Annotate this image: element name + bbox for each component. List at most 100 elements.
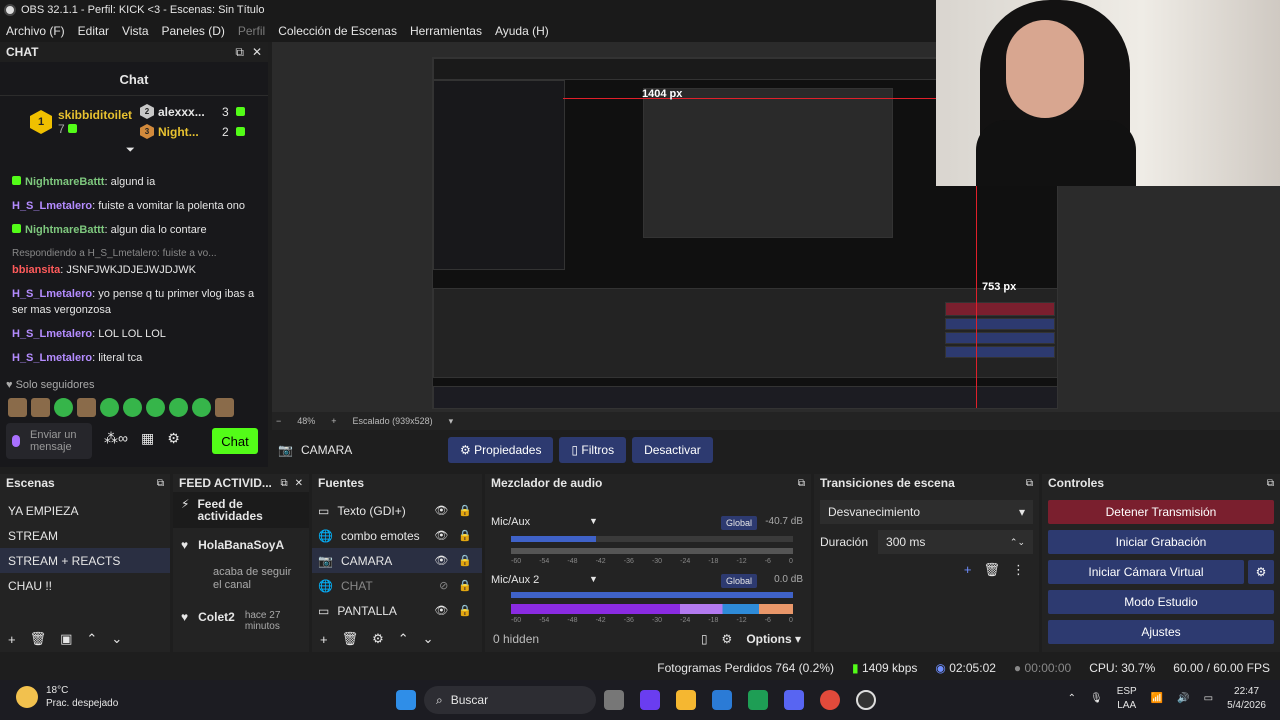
studio-mode-button[interactable]: Modo Estudio (1048, 590, 1274, 614)
more-icon[interactable]: ⋮ (1012, 562, 1025, 578)
webcam-overlay[interactable] (936, 0, 1280, 186)
undock-icon[interactable]: ⧉ (280, 478, 287, 489)
lock-icon[interactable]: 🔒 (458, 604, 472, 617)
source-item[interactable]: ▭ PANTALLA 👁 🔒 (312, 598, 482, 623)
layout-icon[interactable]: ▯ (701, 632, 708, 646)
source-item-selected[interactable]: 📷 CAMARA 👁 🔒 (312, 548, 482, 573)
chevron-down-icon[interactable]: ▾ (449, 416, 454, 427)
eye-icon[interactable]: 👁 (434, 554, 448, 567)
scene-item[interactable]: STREAM (0, 523, 170, 548)
windows-start-icon[interactable] (396, 690, 416, 710)
up-icon[interactable]: ⌃ (398, 631, 409, 647)
menu-edit[interactable]: Editar (78, 24, 109, 38)
menu-file[interactable]: Archivo (F) (6, 24, 65, 38)
undock-icon[interactable]: ⧉ (1267, 478, 1274, 489)
discord-icon[interactable] (784, 690, 804, 710)
copilot-icon[interactable] (640, 690, 660, 710)
gift-icon[interactable]: ▦ (141, 430, 154, 447)
scene-item[interactable]: CHAU !! (0, 573, 170, 598)
deactivate-button[interactable]: Desactivar (632, 437, 713, 463)
emote[interactable] (54, 398, 73, 417)
volume-slider[interactable] (511, 536, 793, 542)
filters-button[interactable]: ▯ Filtros (559, 437, 627, 463)
emote[interactable] (146, 398, 165, 417)
source-item[interactable]: 🌐 combo emotes 👁 🔒 (312, 523, 482, 548)
source-item[interactable]: ▭ Texto (GDI+) 👁 🔒 (312, 498, 482, 523)
settings-button[interactable]: Ajustes (1048, 620, 1274, 644)
chrome-icon[interactable] (820, 690, 840, 710)
undock-icon[interactable]: ⧉ (1026, 478, 1033, 489)
emote[interactable] (100, 398, 119, 417)
lock-icon[interactable]: 🔒 (458, 504, 472, 517)
undock-icon[interactable]: ⧉ (157, 478, 164, 489)
chevron-up-icon[interactable]: ⌃ (1068, 692, 1076, 706)
down-icon[interactable]: ⌄ (423, 631, 434, 647)
scene-item[interactable]: YA EMPIEZA (0, 498, 170, 523)
task-view-icon[interactable] (604, 690, 624, 710)
start-virtual-camera-button[interactable]: Iniciar Cámara Virtual (1048, 560, 1244, 584)
menu-docks[interactable]: Paneles (D) (162, 24, 225, 38)
down-icon[interactable]: ⌄ (111, 631, 122, 647)
start-recording-button[interactable]: Iniciar Grabación (1048, 530, 1274, 554)
spinner-icon[interactable]: ⌃⌄ (1010, 537, 1025, 548)
language[interactable]: ESP (1117, 685, 1137, 699)
lock-icon[interactable]: 🔒 (458, 554, 472, 567)
duration-field[interactable]: 300 ms ⌃⌄ (878, 530, 1033, 554)
chat-input[interactable]: Enviar un mensaje (6, 423, 92, 459)
gear-icon[interactable]: ⚙ (372, 631, 384, 647)
add-icon[interactable]: + (964, 562, 972, 578)
undock-icon[interactable]: ⧉ (798, 478, 805, 489)
zoom-in-icon[interactable]: + (331, 416, 336, 426)
options-button[interactable]: Options ▾ (746, 632, 801, 646)
gear-icon[interactable]: ⚙ (167, 430, 180, 447)
source-item-hidden[interactable]: 🌐 CHAT ⊘ 🔒 (312, 573, 482, 598)
transition-select[interactable]: Desvanecimiento ▾ (820, 500, 1033, 524)
eye-icon[interactable]: 👁 (434, 604, 448, 617)
emote[interactable] (215, 398, 234, 417)
undock-icon[interactable]: ⧉ (235, 45, 244, 60)
gear-icon[interactable]: ⚙ (1248, 560, 1274, 584)
emote[interactable] (31, 398, 50, 417)
battery-icon[interactable]: ▭ (1204, 692, 1213, 706)
close-icon[interactable]: ✕ (252, 45, 262, 60)
clock-time[interactable]: 22:47 (1227, 685, 1266, 699)
trash-icon[interactable]: 🗑 (983, 562, 1000, 578)
scaling-label[interactable]: Escalado (939x528) (353, 416, 433, 426)
word-icon[interactable] (712, 690, 732, 710)
keyboard-layout[interactable]: LAA (1117, 699, 1137, 713)
scene-item-selected[interactable]: STREAM + REACTS (0, 548, 170, 573)
emote[interactable] (169, 398, 188, 417)
emote[interactable] (192, 398, 211, 417)
weather-widget[interactable]: 18°C Prac. despejado (16, 684, 118, 710)
mic-icon[interactable] (12, 435, 20, 447)
menu-profile[interactable]: Perfil (238, 24, 265, 38)
obs-taskbar-icon[interactable] (856, 690, 876, 710)
emote[interactable] (77, 398, 96, 417)
mic-icon[interactable]: 🎙 (1090, 692, 1103, 706)
file-explorer-icon[interactable] (676, 690, 696, 710)
taskbar-search[interactable]: ⌕ Buscar (424, 686, 596, 714)
stop-streaming-button[interactable]: Detener Transmisión (1048, 500, 1274, 524)
emote-picker-icon[interactable]: ⁂∞ (104, 430, 128, 447)
eye-icon[interactable]: 👁 (434, 504, 448, 517)
trash-icon[interactable]: 🗑 (342, 631, 359, 647)
lock-icon[interactable]: 🔒 (458, 579, 472, 592)
clock-date[interactable]: 5/4/2026 (1227, 699, 1266, 713)
close-icon[interactable]: ✕ (295, 478, 303, 489)
chat-send-button[interactable]: Chat (212, 428, 258, 454)
expand-chevron-icon[interactable]: ⏷ (126, 144, 135, 157)
emote[interactable] (123, 398, 142, 417)
menu-help[interactable]: Ayuda (H) (495, 24, 549, 38)
wifi-icon[interactable]: 📶 (1151, 692, 1163, 706)
eye-icon[interactable]: 👁 (434, 529, 448, 542)
properties-button[interactable]: ⚙ Propiedades (448, 437, 554, 463)
volume-slider[interactable] (511, 592, 793, 598)
trash-icon[interactable]: 🗑 (30, 631, 47, 647)
lock-icon[interactable]: 🔒 (458, 529, 472, 542)
eye-off-icon[interactable]: ⊘ (439, 579, 448, 592)
emote[interactable] (8, 398, 27, 417)
add-icon[interactable]: + (320, 632, 328, 647)
filter-icon[interactable]: ▣ (60, 631, 72, 647)
chevron-down-icon[interactable]: ▼ (589, 574, 598, 584)
up-icon[interactable]: ⌃ (86, 631, 97, 647)
